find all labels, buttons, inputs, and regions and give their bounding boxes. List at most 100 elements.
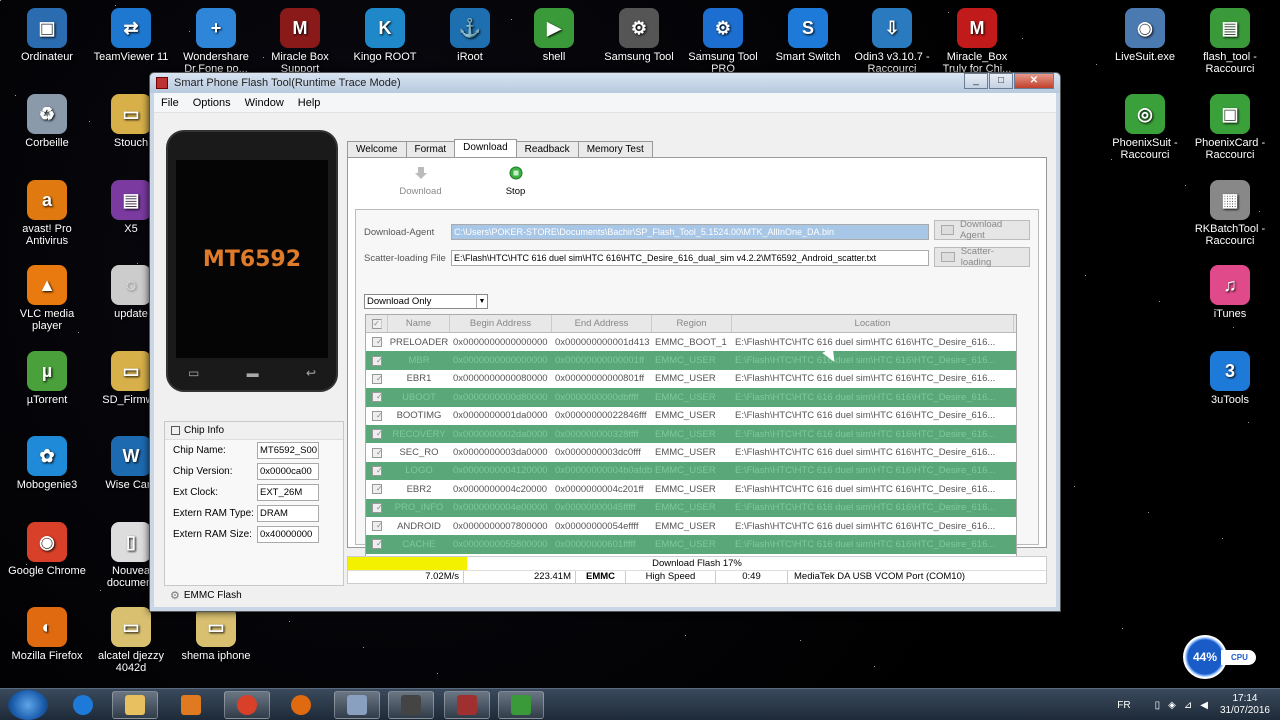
desktop-icon-chrome[interactable]: ◉ Google Chrome: [5, 522, 89, 577]
desktop-icon-vlc[interactable]: ▲ VLC media player: [5, 265, 89, 332]
table-row[interactable]: ✓ SEC_RO 0x0000000003da0000 0x0000000003dc0…: [366, 443, 1016, 461]
row-checkbox[interactable]: ✓: [366, 429, 388, 440]
desktop-icon-ordinateur[interactable]: ▣ Ordinateur: [5, 8, 89, 63]
chip-info-value[interactable]: 0x0000ca00: [257, 463, 319, 480]
select-all-checkbox[interactable]: ✓: [366, 315, 388, 332]
taskbar-chrome[interactable]: [224, 691, 270, 719]
desktop-icon-teamviewer[interactable]: ⇄ TeamViewer 11: [89, 8, 173, 63]
row-checkbox[interactable]: ✓: [366, 373, 388, 384]
taskbar-flash-tool[interactable]: [498, 691, 544, 719]
table-row[interactable]: ✓ EBR1 0x0000000000080000 0x00000000000801f…: [366, 370, 1016, 388]
window-titlebar[interactable]: Smart Phone Flash Tool(Runtime Trace Mod…: [150, 73, 1060, 93]
chip-info-value[interactable]: MT6592_S00: [257, 442, 319, 459]
cell-location[interactable]: E:\Flash\HTC\HTC 616 duel sim\HTC 616\HT…: [732, 410, 1014, 421]
cell-location[interactable]: E:\Flash\HTC\HTC 616 duel sim\HTC 616\HT…: [732, 539, 1014, 550]
row-checkbox[interactable]: ✓: [366, 521, 388, 532]
column-begin-address[interactable]: Begin Address: [450, 315, 552, 332]
cell-location[interactable]: E:\Flash\HTC\HTC 616 duel sim\HTC 616\HT…: [732, 447, 1014, 458]
row-checkbox[interactable]: ✓: [366, 392, 388, 403]
usb-icon[interactable]: ▯: [1155, 700, 1161, 711]
desktop-icon-firefox[interactable]: ◐ Mozilla Firefox: [5, 607, 89, 662]
language-indicator[interactable]: FR: [1117, 700, 1130, 711]
table-row[interactable]: ✓ LOGO 0x0000000004120000 0x00000000004b0af…: [366, 461, 1016, 481]
taskbar-ie[interactable]: [60, 691, 106, 719]
column-end-address[interactable]: End Address: [552, 315, 652, 332]
cpu-widget[interactable]: 44% CPU: [1183, 635, 1263, 679]
tab-readback[interactable]: Readback: [515, 141, 579, 157]
desktop-icon-kingo-root[interactable]: K Kingo ROOT: [343, 8, 427, 63]
column-location[interactable]: Location: [732, 315, 1014, 332]
tab-memory-test[interactable]: Memory Test: [577, 141, 653, 157]
row-checkbox[interactable]: ✓: [366, 539, 388, 550]
tab-download[interactable]: Download: [454, 139, 517, 157]
emmc-flash-header[interactable]: ⚙ EMMC Flash: [164, 586, 344, 604]
cell-location[interactable]: E:\Flash\HTC\HTC 616 duel sim\HTC 616\HT…: [732, 355, 1014, 366]
table-row[interactable]: ✓ BOOTIMG 0x0000000001da0000 0x000000000228…: [366, 407, 1016, 425]
cell-location[interactable]: E:\Flash\HTC\HTC 616 duel sim\HTC 616\HT…: [732, 484, 1014, 495]
shield-icon[interactable]: ◈: [1168, 700, 1176, 711]
volume-icon[interactable]: ◀: [1200, 700, 1208, 711]
desktop-icon-itunes[interactable]: ♫ iTunes: [1188, 265, 1272, 320]
desktop-icon-odin[interactable]: ⇩ Odin3 v3.10.7 - Raccourci: [850, 8, 934, 75]
desktop-icon-iroot[interactable]: ⚓ iRoot: [428, 8, 512, 63]
desktop-icon-alcatel[interactable]: ▭ alcatel djezzy 4042d: [89, 607, 173, 674]
download-button[interactable]: Download: [373, 166, 468, 197]
row-checkbox[interactable]: ✓: [366, 465, 388, 476]
desktop-icon-phoenixcard[interactable]: ▣ PhoenixCard - Raccourci: [1188, 94, 1272, 161]
table-row[interactable]: ✓ UBOOT 0x0000000000d80000 0x0000000000dbff…: [366, 388, 1016, 407]
cell-location[interactable]: E:\Flash\HTC\HTC 616 duel sim\HTC 616\HT…: [732, 502, 1014, 513]
menu-help[interactable]: Help: [291, 97, 328, 109]
desktop-icon-avast[interactable]: a avast! Pro Antivirus: [5, 180, 89, 247]
chip-info-value[interactable]: DRAM: [257, 505, 319, 522]
table-row[interactable]: ✓ ANDROID 0x0000000007800000 0x00000000054e…: [366, 517, 1016, 535]
desktop-icon-shema[interactable]: ▭ shema iphone: [174, 607, 258, 662]
cell-location[interactable]: E:\Flash\HTC\HTC 616 duel sim\HTC 616\HT…: [732, 392, 1014, 403]
cell-location[interactable]: E:\Flash\HTC\HTC 616 duel sim\HTC 616\HT…: [732, 521, 1014, 532]
chip-info-value[interactable]: 0x40000000: [257, 526, 319, 543]
table-row[interactable]: ✓ MBR 0x0000000000000000 0x00000000000001ff…: [366, 351, 1016, 370]
row-checkbox[interactable]: ✓: [366, 484, 388, 495]
chip-info-value[interactable]: EXT_26M: [257, 484, 319, 501]
row-checkbox[interactable]: ✓: [366, 447, 388, 458]
download-agent-field[interactable]: C:\Users\POKER-STORE\Documents\Bachir\SP…: [451, 224, 929, 240]
cell-location[interactable]: E:\Flash\HTC\HTC 616 duel sim\HTC 616\HT…: [732, 373, 1014, 384]
desktop-icon-corbeille[interactable]: ♻ Corbeille: [5, 94, 89, 149]
desktop-icon-rkbatchtool[interactable]: ▦ RKBatchTool - Raccourci: [1188, 180, 1272, 247]
chip-info-header[interactable]: Chip Info: [165, 422, 343, 440]
desktop-icon-flash-tool[interactable]: ▤ flash_tool - Raccourci: [1188, 8, 1272, 75]
taskbar-media-player[interactable]: [168, 691, 214, 719]
table-row[interactable]: ✓ PRO_INFO 0x0000000004e00000 0x00000000045…: [366, 498, 1016, 517]
table-row[interactable]: ✓ CACHE 0x0000000055800000 0x00000000601fff…: [366, 535, 1016, 554]
desktop-icon-wondershare[interactable]: + Wondershare Dr.Fone po...: [174, 8, 258, 75]
desktop-icon-mobogenie[interactable]: ✿ Mobogenie3: [5, 436, 89, 491]
taskbar-firefox[interactable]: [278, 691, 324, 719]
minimize-button[interactable]: _: [964, 73, 988, 89]
tab-format[interactable]: Format: [405, 141, 456, 157]
menu-file[interactable]: File: [154, 97, 186, 109]
menu-window[interactable]: Window: [238, 97, 291, 109]
cell-location[interactable]: E:\Flash\HTC\HTC 616 duel sim\HTC 616\HT…: [732, 429, 1014, 440]
row-checkbox[interactable]: ✓: [366, 355, 388, 366]
menu-options[interactable]: Options: [186, 97, 238, 109]
desktop-icon-utorrent[interactable]: µ µTorrent: [5, 351, 89, 406]
column-name[interactable]: Name: [388, 315, 450, 332]
start-button[interactable]: [8, 690, 48, 720]
scatter-loading-button[interactable]: Scatter-loading: [934, 246, 1030, 268]
table-row[interactable]: ✓ EBR2 0x0000000004c20000 0x0000000004c201f…: [366, 480, 1016, 498]
taskbar-app-2[interactable]: [388, 691, 434, 719]
row-checkbox[interactable]: ✓: [366, 410, 388, 421]
tab-welcome[interactable]: Welcome: [347, 141, 407, 157]
desktop-icon-smart-switch[interactable]: S Smart Switch: [766, 8, 850, 63]
desktop-icon-samsung-tool[interactable]: ⚙ Samsung Tool: [597, 8, 681, 63]
row-checkbox[interactable]: ✓: [366, 502, 388, 513]
desktop-icon-phoenixsuit[interactable]: ◎ PhoenixSuit - Raccourci: [1103, 94, 1187, 161]
desktop-icon-samsung-tool-pro[interactable]: ⚙ Samsung Tool PRO: [681, 8, 765, 75]
close-button[interactable]: ✕: [1014, 73, 1054, 89]
desktop-icon-miracle-box-truly[interactable]: M Miracle_Box Truly for Chi...: [935, 8, 1019, 75]
desktop-icon-livesuit[interactable]: ◉ LiveSuit.exe: [1103, 8, 1187, 63]
taskbar-app-3[interactable]: [444, 691, 490, 719]
cell-location[interactable]: E:\Flash\HTC\HTC 616 duel sim\HTC 616\HT…: [732, 337, 1014, 348]
cell-location[interactable]: E:\Flash\HTC\HTC 616 duel sim\HTC 616\HT…: [732, 465, 1014, 476]
download-agent-button[interactable]: Download Agent: [934, 219, 1030, 241]
table-row[interactable]: ✓ RECOVERY 0x0000000002da0000 0x00000000032…: [366, 424, 1016, 444]
